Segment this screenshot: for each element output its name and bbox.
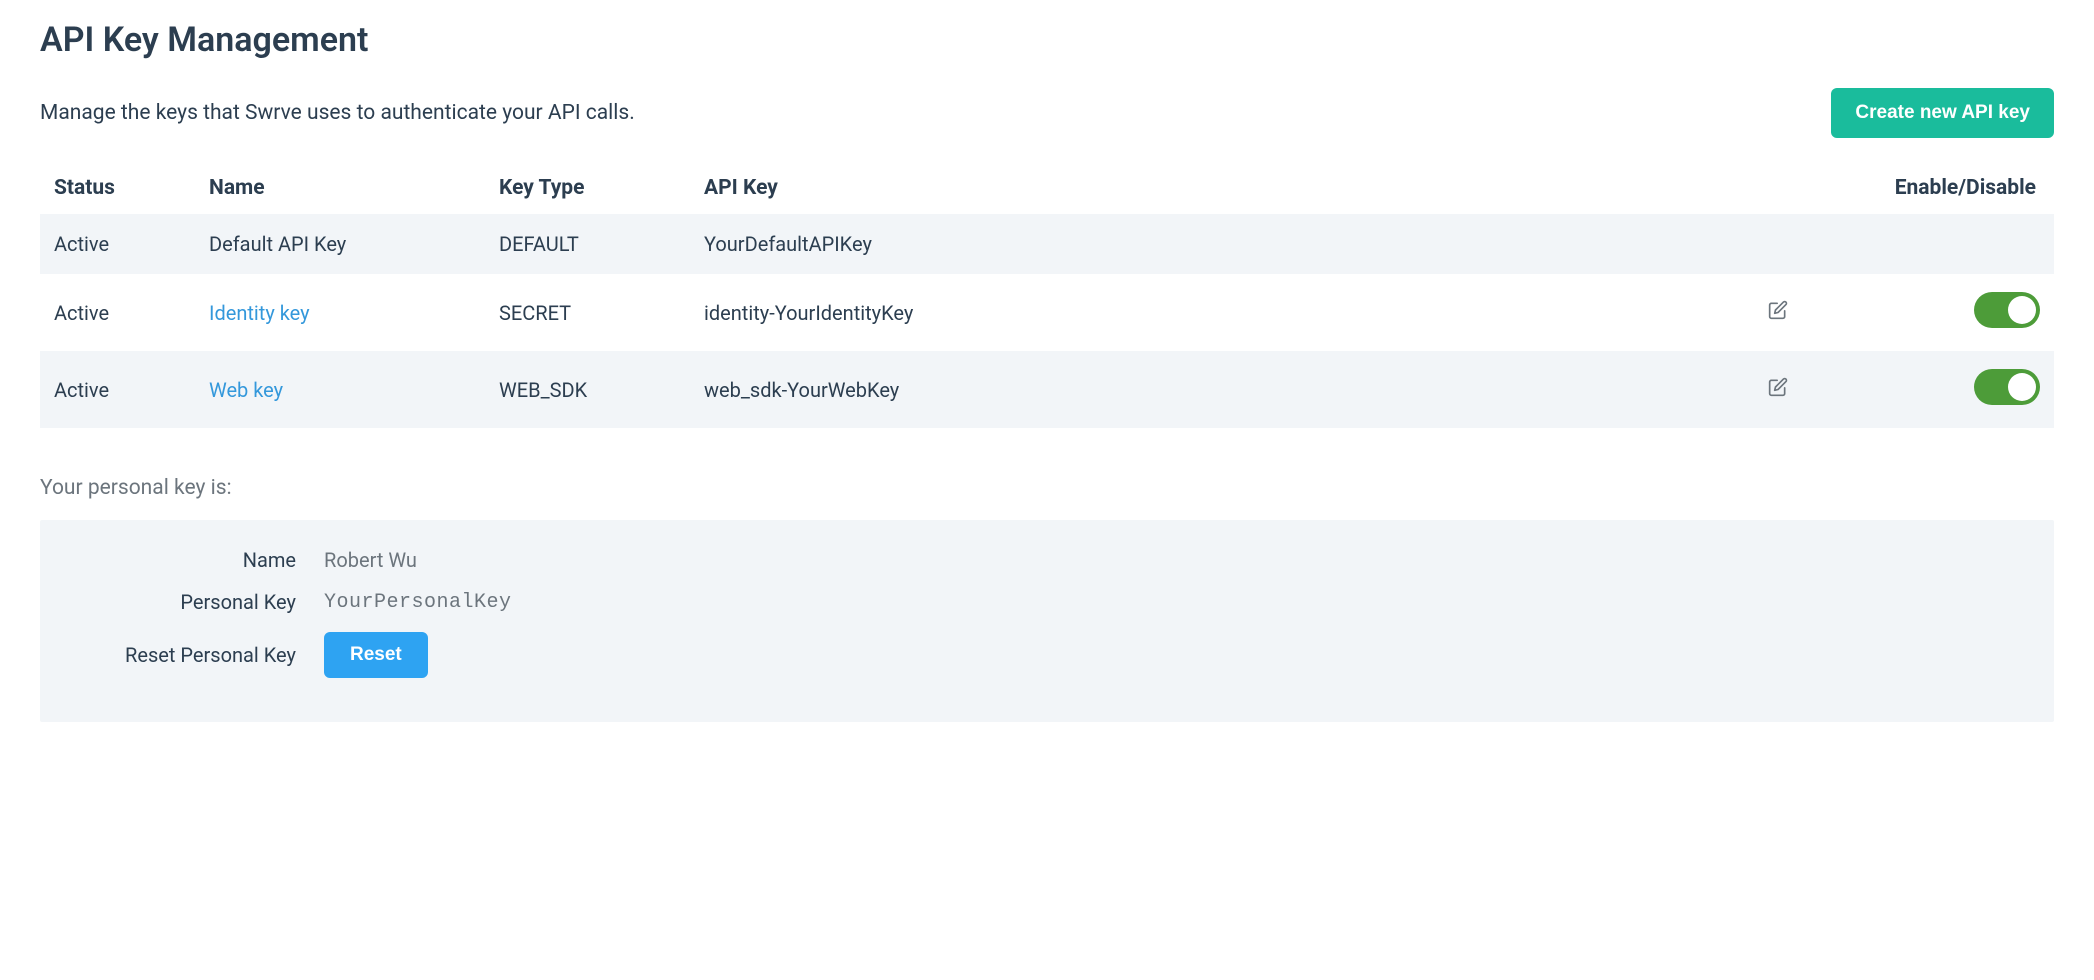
header-edit bbox=[1754, 162, 1854, 214]
page-title: API Key Management bbox=[40, 20, 2054, 60]
edit-cell bbox=[1754, 274, 1854, 351]
personal-name-value: Robert Wu bbox=[324, 548, 417, 572]
name-cell: Identity key bbox=[195, 274, 485, 351]
personal-name-row: Name Robert Wu bbox=[64, 548, 2030, 572]
table-row: Active Identity key SECRETidentity-YourIde… bbox=[40, 274, 2054, 351]
api-keys-table: Status Name Key Type API Key Enable/Disa… bbox=[40, 162, 2054, 428]
table-row: ActiveDefault API KeyDEFAULTYourDefaultA… bbox=[40, 214, 2054, 274]
create-api-key-button[interactable]: Create new API key bbox=[1831, 88, 2054, 138]
name-cell: Web key bbox=[195, 351, 485, 428]
header-key-type: Key Type bbox=[485, 162, 690, 214]
header-status: Status bbox=[40, 162, 195, 214]
table-header-row: Status Name Key Type API Key Enable/Disa… bbox=[40, 162, 2054, 214]
header-row: Manage the keys that Swrve uses to authe… bbox=[40, 88, 2054, 138]
header-enable-disable: Enable/Disable bbox=[1854, 162, 2054, 214]
edit-icon[interactable] bbox=[1768, 377, 1788, 397]
subtitle: Manage the keys that Swrve uses to authe… bbox=[40, 101, 635, 125]
enable-toggle[interactable] bbox=[1974, 369, 2040, 405]
toggle-cell bbox=[1854, 274, 2054, 351]
reset-personal-key-button[interactable]: Reset bbox=[324, 632, 428, 678]
personal-key-label: Personal Key bbox=[64, 590, 324, 614]
toggle-knob bbox=[2008, 296, 2036, 324]
status-cell: Active bbox=[40, 214, 195, 274]
header-api-key: API Key bbox=[690, 162, 1754, 214]
personal-key-value: YourPersonalKey bbox=[324, 591, 512, 614]
key-name-link[interactable]: Web key bbox=[209, 378, 283, 402]
table-row: Active Web key WEB_SDKweb_sdk-YourWebKey bbox=[40, 351, 2054, 428]
personal-name-label: Name bbox=[64, 548, 324, 572]
personal-key-row: Personal Key YourPersonalKey bbox=[64, 590, 2030, 614]
key-type-cell: WEB_SDK bbox=[485, 351, 690, 428]
key-type-cell: SECRET bbox=[485, 274, 690, 351]
api-key-cell: identity-YourIdentityKey bbox=[690, 274, 1754, 351]
toggle-knob bbox=[2008, 373, 2036, 401]
key-name-link[interactable]: Identity key bbox=[209, 301, 310, 325]
header-name: Name bbox=[195, 162, 485, 214]
api-key-cell: YourDefaultAPIKey bbox=[690, 214, 1754, 274]
personal-reset-label: Reset Personal Key bbox=[64, 643, 324, 667]
personal-key-heading: Your personal key is: bbox=[40, 476, 2054, 500]
edit-icon[interactable] bbox=[1768, 300, 1788, 320]
status-cell: Active bbox=[40, 274, 195, 351]
status-cell: Active bbox=[40, 351, 195, 428]
api-key-cell: web_sdk-YourWebKey bbox=[690, 351, 1754, 428]
personal-reset-row: Reset Personal Key Reset bbox=[64, 632, 2030, 678]
key-type-cell: DEFAULT bbox=[485, 214, 690, 274]
toggle-cell bbox=[1854, 214, 2054, 274]
edit-cell bbox=[1754, 214, 1854, 274]
personal-key-panel: Name Robert Wu Personal Key YourPersonal… bbox=[40, 520, 2054, 722]
name-cell: Default API Key bbox=[195, 214, 485, 274]
toggle-cell bbox=[1854, 351, 2054, 428]
enable-toggle[interactable] bbox=[1974, 292, 2040, 328]
edit-cell bbox=[1754, 351, 1854, 428]
